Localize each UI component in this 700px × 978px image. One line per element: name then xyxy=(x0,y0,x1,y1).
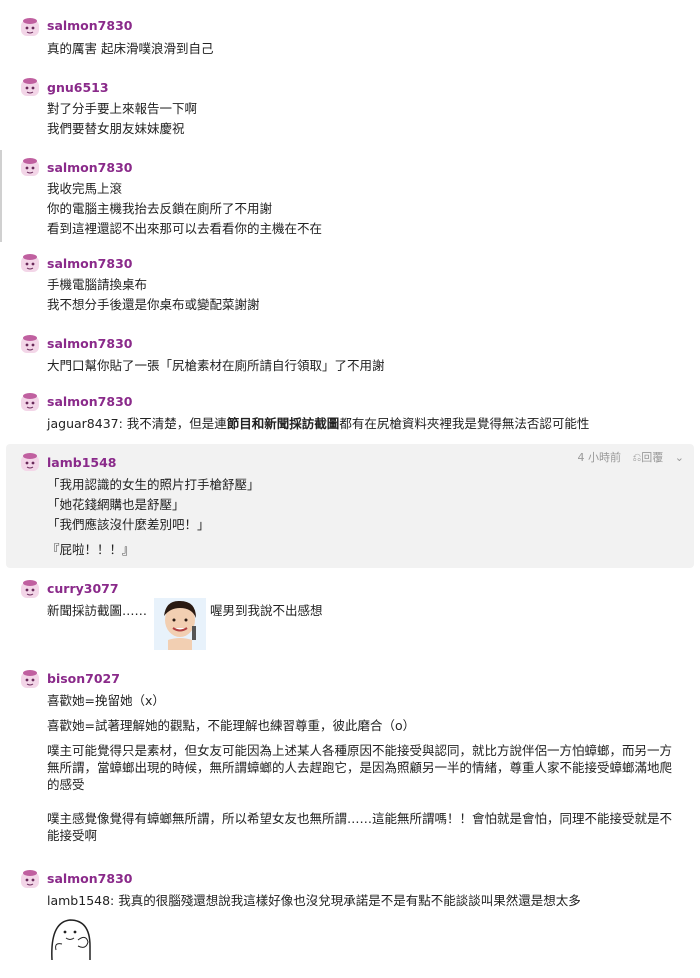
avatar-icon[interactable] xyxy=(20,452,40,472)
avatar-icon[interactable] xyxy=(20,669,40,689)
comment: curry3077 新聞採訪截圖…… 喔男到我說不出感想 xyxy=(0,576,700,656)
comment: salmon7830 手機電腦請換桌布 我不想分手後還是你桌布或變配菜謝謝 xyxy=(0,250,700,320)
username-link[interactable]: curry3077 xyxy=(47,581,119,596)
avatar-icon[interactable] xyxy=(20,253,40,273)
comment: bison7027 喜歡她=挽留她（x） 喜歡她=試著理解她的觀點，不能理解也練… xyxy=(0,666,700,856)
comment-text: 手機電腦請換桌布 xyxy=(47,277,148,292)
comment-meta: 4 小時前 ⎌回覆 ⌄ xyxy=(569,449,684,465)
comment-text: 噗主感覺像覺得有蟑螂無所謂，所以希望女友也無所謂……這能無所謂嗎！！會怕就是會怕… xyxy=(47,811,673,843)
comment-text: 我不想分手後還是你桌布或變配菜謝謝 xyxy=(47,297,260,312)
username-link[interactable]: salmon7830 xyxy=(47,871,132,886)
comment-text: 「我們應該沒什麼差別吧！」 xyxy=(47,517,210,532)
comment-text: lamb1548: 我真的很腦殘還想說我這樣好像也沒兌現承諾是不是有點不能談談叫… xyxy=(47,892,581,909)
comment-text: 『屁啦！！！』 xyxy=(47,542,135,557)
mention-link[interactable]: lamb1548: xyxy=(47,893,114,908)
username-link[interactable]: salmon7830 xyxy=(47,256,132,271)
comment-text: 我收完馬上滾 xyxy=(47,181,123,196)
comment-text: 大門口幫你貼了一張「尻槍素材在廁所請自行領取」了不用謝 xyxy=(47,358,385,373)
avatar-icon[interactable] xyxy=(20,157,40,177)
comment: salmon7830 大門口幫你貼了一張「尻槍素材在廁所請自行領取」了不用謝 xyxy=(0,331,700,381)
avatar-icon[interactable] xyxy=(20,77,40,97)
comment-text: 喜歡她=試著理解她的觀點，不能理解也練習尊重，彼此磨合（o） xyxy=(47,718,416,733)
comment-text: 我們要替女朋友妹妹慶祝 xyxy=(47,121,185,136)
comment: salmon7830 我收完馬上滾 你的電腦主機我抬去反鎖在廁所了不用謝 看到這… xyxy=(0,154,700,244)
chevron-down-icon[interactable]: ⌄ xyxy=(675,451,684,464)
text-segment: 我真的很腦殘還想說我這樣好像也沒兌現承諾是不是有點不能談談叫果然還是想太多 xyxy=(114,893,581,908)
comment-text: 真的厲害 起床滑噗浪滑到自己 xyxy=(47,41,214,56)
timestamp: 4 小時前 xyxy=(577,451,621,464)
bold-text: 節目和新聞採訪截圖 xyxy=(226,416,340,431)
comment-text: 你的電腦主機我抬去反鎖在廁所了不用謝 xyxy=(47,201,273,216)
username-link[interactable]: salmon7830 xyxy=(47,394,132,409)
comment-text: 對了分手要上來報告一下啊 xyxy=(47,101,198,116)
comment: gnu6513 對了分手要上來報告一下啊 我們要替女朋友妹妹慶祝 xyxy=(0,74,700,144)
avatar-icon[interactable] xyxy=(20,392,40,412)
comment: salmon7830 lamb1548: 我真的很腦殘還想說我這樣好像也沒兌現承… xyxy=(0,866,700,976)
avatar-icon[interactable] xyxy=(20,869,40,889)
comment-highlighted: lamb1548 4 小時前 ⎌回覆 ⌄ 「我用認識的女生的照片打手槍舒壓」 「… xyxy=(6,444,694,568)
woman-smiling-sticker[interactable] xyxy=(154,598,206,650)
comment: salmon7830 真的厲害 起床滑噗浪滑到自己 xyxy=(0,14,700,64)
comment-text: jaguar8437: 我不清楚，但是連節目和新聞採訪截圖都有在尻槍資料夾裡我是… xyxy=(47,415,589,432)
username-link[interactable]: bison7027 xyxy=(47,671,120,686)
ghost-doodle-sticker[interactable] xyxy=(46,916,96,960)
comment: salmon7830 jaguar8437: 我不清楚，但是連節目和新聞採訪截圖… xyxy=(0,389,700,439)
reply-icon: ⎌ xyxy=(632,451,642,464)
reply-label: 回覆 xyxy=(641,451,664,464)
username-link[interactable]: salmon7830 xyxy=(47,160,132,175)
comment-text: 「我用認識的女生的照片打手槍舒壓」 xyxy=(47,477,260,492)
text-segment: 我不清楚，但是連 xyxy=(122,416,227,431)
avatar-icon[interactable] xyxy=(20,17,40,37)
username-link[interactable]: salmon7830 xyxy=(47,336,132,351)
avatar-icon[interactable] xyxy=(20,334,40,354)
avatar-icon[interactable] xyxy=(20,579,40,599)
comment-text: 喜歡她=挽留她（x） xyxy=(47,693,165,708)
mention-link[interactable]: jaguar8437: xyxy=(47,416,123,431)
username-link[interactable]: salmon7830 xyxy=(47,18,132,33)
comment-text: 「她花錢網購也是舒壓」 xyxy=(47,497,185,512)
comment-text: 看到這裡還認不出來那可以去看看你的主機在不在 xyxy=(47,221,323,236)
username-link[interactable]: lamb1548 xyxy=(47,455,116,470)
username-link[interactable]: gnu6513 xyxy=(47,80,109,95)
text-segment: 都有在尻槍資料夾裡我是覺得無法否認可能性 xyxy=(339,416,590,431)
comment-text: 新聞採訪截圖…… xyxy=(47,603,148,618)
comment-text: 噗主可能覺得只是素材，但女友可能因為上述某人各種原因不能接受與認同，就比方說伴侶… xyxy=(47,743,673,792)
comment-text: 喔男到我說不出感想 xyxy=(210,603,323,618)
reply-button[interactable]: ⎌回覆 xyxy=(632,451,663,464)
